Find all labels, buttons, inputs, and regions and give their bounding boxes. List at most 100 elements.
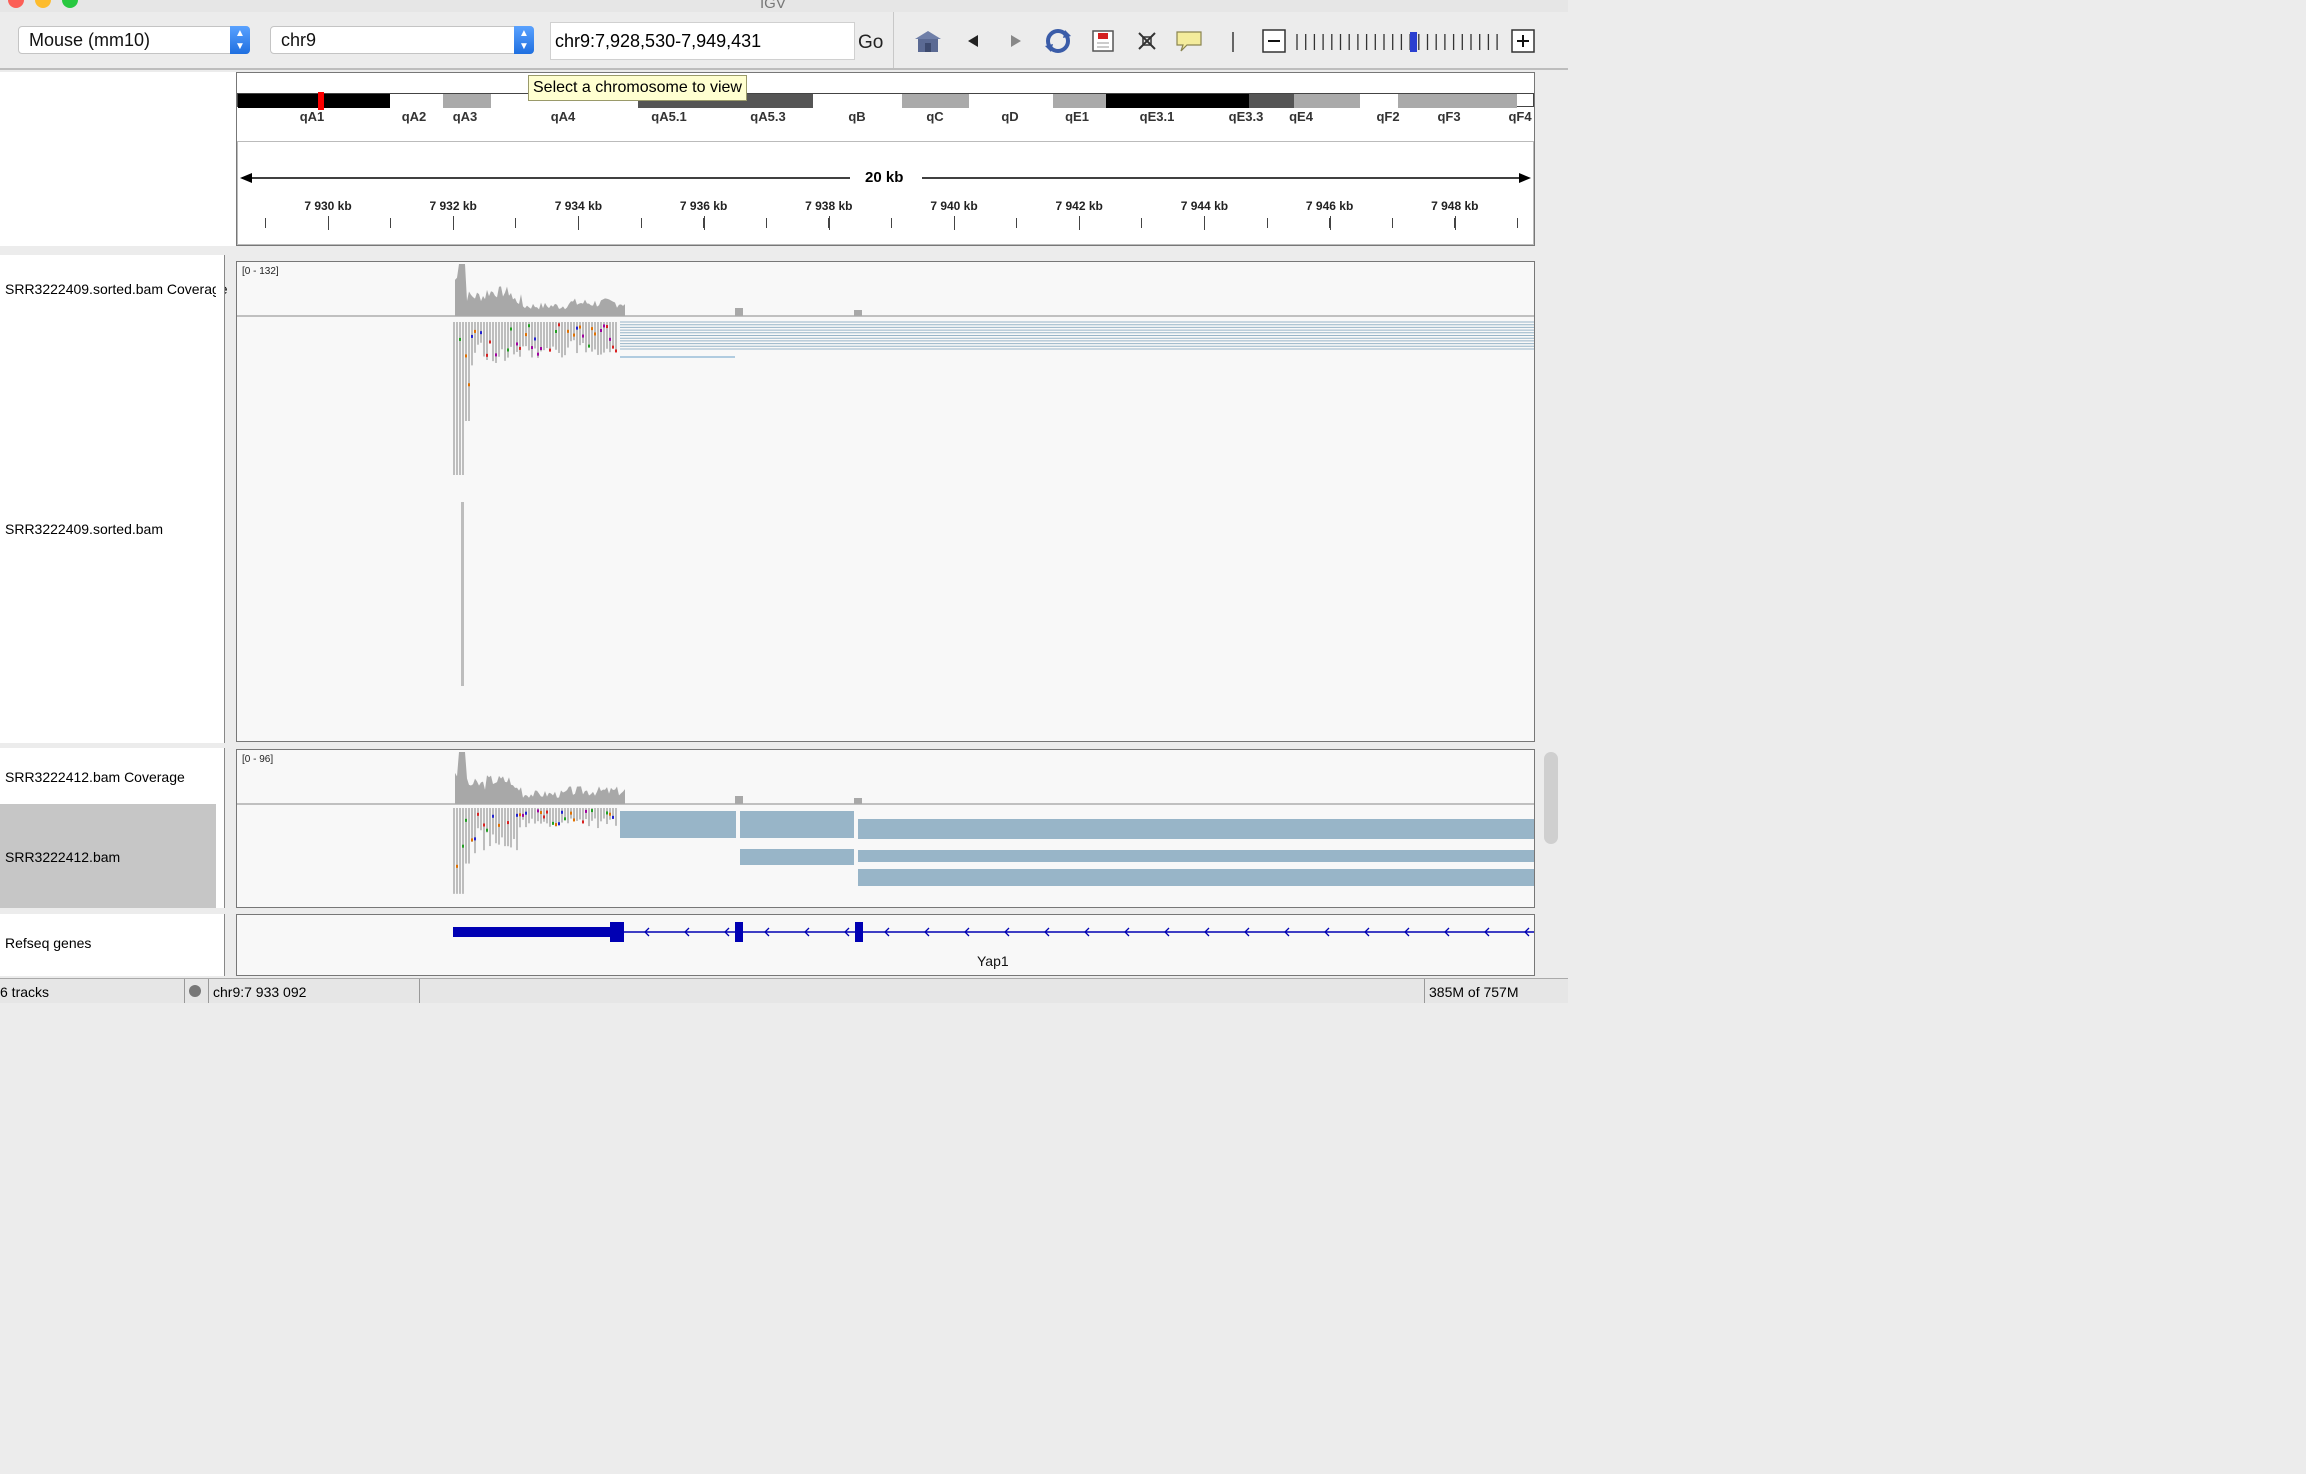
mismatch [540, 811, 542, 815]
chromosome-ideogram[interactable] [237, 92, 1534, 110]
region-of-interest-icon[interactable] [1088, 28, 1118, 54]
ruler-minor-tick [1266, 218, 1268, 228]
ruler-tick-label: 7 938 kb [805, 199, 853, 213]
mismatch [525, 811, 527, 815]
track-name-coverage-2[interactable]: SRR3222412.bam Coverage [5, 769, 185, 785]
mismatch [507, 821, 509, 825]
alignment-view-2[interactable] [237, 750, 1535, 908]
mismatch [492, 814, 494, 818]
band-qF3[interactable] [1360, 94, 1398, 108]
band-qF4[interactable] [1398, 94, 1517, 108]
refresh-icon[interactable] [1043, 28, 1073, 54]
ruler-minor-tick [390, 218, 392, 228]
band-qE3.1[interactable] [1106, 94, 1176, 108]
ruler-minor-tick [1454, 218, 1456, 228]
mismatch [471, 838, 473, 842]
mismatch [564, 817, 566, 821]
forward-arrow-icon[interactable] [1001, 28, 1031, 54]
popup-info-icon[interactable] [1175, 28, 1205, 54]
zoom-window-button[interactable] [62, 0, 78, 8]
go-button[interactable]: Go [858, 32, 883, 54]
ruler-minor-tick [1078, 218, 1080, 228]
minimize-window-button[interactable] [35, 0, 51, 8]
band-qE3.3[interactable] [1176, 94, 1249, 108]
band-qC[interactable] [902, 94, 969, 108]
locus-input[interactable]: chr9:7,928,530-7,949,431 [550, 22, 855, 60]
read [459, 322, 461, 475]
read [552, 322, 554, 347]
status-bar: 6 tracks chr9:7 933 092 385M of 757M [0, 978, 1568, 1003]
band-label: qE4 [1289, 109, 1313, 124]
band-qA2[interactable] [390, 94, 443, 108]
read [603, 808, 605, 819]
band-label: qC [926, 109, 944, 124]
genome-select[interactable]: Mouse (mm10) ▲ ▼ [18, 26, 250, 54]
zoom-in-icon[interactable] [1508, 28, 1538, 54]
close-window-button[interactable] [8, 0, 24, 8]
band-qA1[interactable] [238, 94, 390, 108]
read [540, 322, 542, 352]
vertical-scrollbar[interactable] [1544, 752, 1558, 844]
chromosome-tooltip: Select a chromosome to view [528, 75, 747, 101]
read [543, 808, 545, 822]
back-arrow-icon[interactable] [958, 28, 988, 54]
band-label: qF2 [1376, 109, 1400, 124]
mismatch [465, 354, 467, 358]
gene-track-panel[interactable]: Yap1 [236, 914, 1535, 976]
mismatch [480, 331, 482, 335]
mismatch [531, 346, 533, 350]
attribute-panel-genes [216, 914, 225, 976]
track-name-bam-2[interactable]: SRR3222412.bam [5, 849, 120, 865]
track-name-coverage-1[interactable]: SRR3222409.sorted.bam Coverage [5, 281, 228, 297]
read [537, 322, 539, 358]
mismatch [474, 329, 476, 333]
band-qB[interactable] [813, 94, 902, 108]
ruler[interactable]: 20 kb [237, 141, 1534, 245]
zoom-out-icon[interactable] [1259, 28, 1289, 54]
track-name-refseq-genes[interactable]: Refseq genes [5, 935, 91, 951]
home-icon[interactable] [913, 28, 943, 54]
read [516, 322, 518, 352]
read [474, 322, 476, 353]
chromosome-select[interactable]: chr9 ▲ ▼ [270, 26, 534, 54]
read-alignments-2 [453, 808, 1534, 894]
data-panel-1[interactable]: [0 - 132] [236, 261, 1535, 742]
header-panel[interactable]: qA1 qA2 qA3 qA4 qA5.1 qA5.3 qB qC qD qE1 qE3.1 qE3.… [236, 72, 1535, 246]
band-qD[interactable] [969, 94, 1053, 108]
mismatch [591, 809, 593, 813]
read [504, 322, 506, 361]
header-attribute-panel [216, 72, 236, 246]
read [555, 322, 557, 350]
read [540, 808, 542, 824]
junction-block [858, 869, 1534, 886]
ruler-minor-tick [265, 218, 266, 228]
utr-block [453, 927, 613, 937]
data-panel-2[interactable]: [0 - 96] [236, 749, 1535, 908]
resize-to-window-icon[interactable] [1132, 28, 1162, 54]
read [546, 808, 548, 824]
band-qA3[interactable] [443, 94, 491, 108]
status-dot-icon [189, 985, 201, 997]
track-name-bam-1[interactable]: SRR3222409.sorted.bam [5, 521, 163, 537]
mismatch [561, 810, 563, 814]
read [474, 808, 476, 854]
band-qE1[interactable] [1053, 94, 1106, 108]
band-label: qA5.1 [651, 109, 687, 124]
read [585, 322, 587, 353]
mismatch [465, 818, 467, 822]
exon-block [855, 922, 863, 942]
zoom-slider-thumb [1410, 32, 1417, 52]
band-qE4[interactable] [1249, 94, 1294, 108]
gene-model-yap1[interactable] [237, 915, 1535, 976]
mismatch [522, 813, 524, 817]
ruler-minor-tick [1391, 218, 1393, 228]
mismatch [456, 864, 458, 868]
status-memory: 385M of 757M [1424, 979, 1568, 1003]
read [561, 808, 563, 823]
band-qF2[interactable] [1294, 94, 1360, 108]
mismatch [609, 337, 611, 341]
read [495, 322, 497, 363]
zoom-slider[interactable] [1294, 32, 1504, 52]
alignment-view-1[interactable] [237, 262, 1535, 742]
ruler-minor-tick [515, 218, 517, 228]
